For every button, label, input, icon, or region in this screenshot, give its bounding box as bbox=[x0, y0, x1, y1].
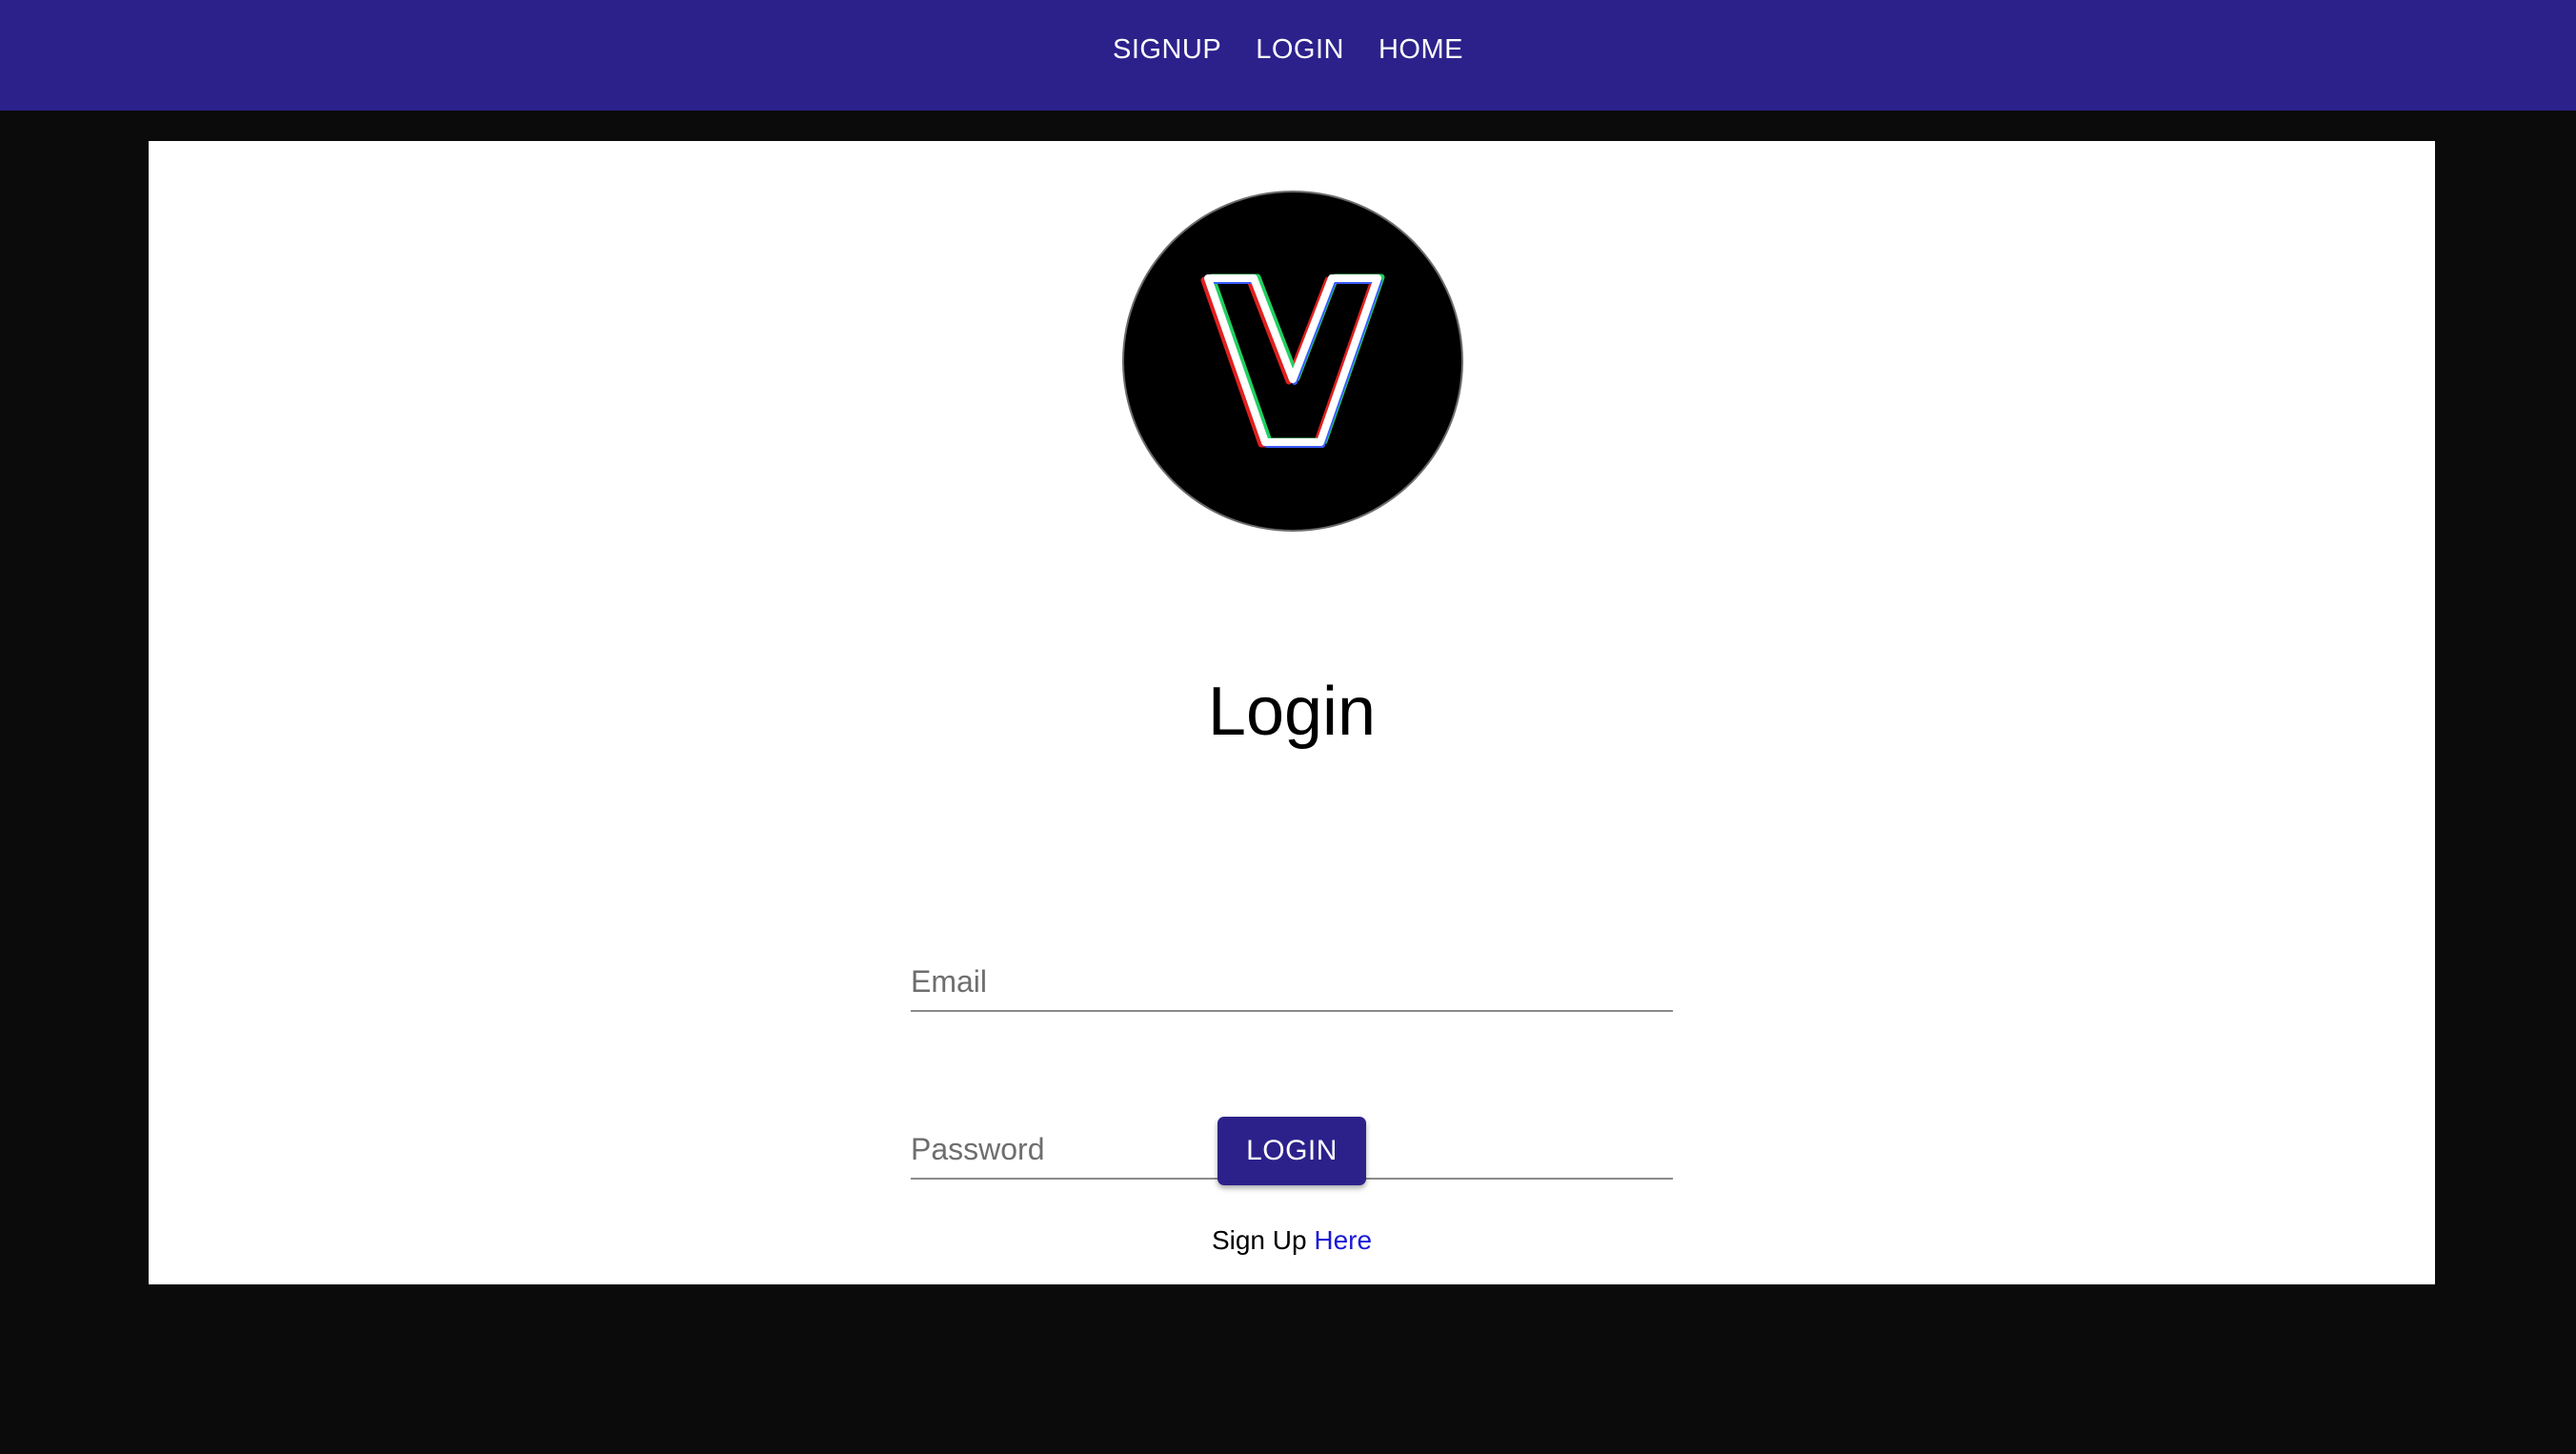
nav-login-link[interactable]: LOGIN bbox=[1238, 34, 1361, 66]
email-input[interactable] bbox=[911, 953, 1673, 1010]
signup-text: Sign Up bbox=[1211, 1225, 1307, 1255]
main-nav: SIGNUP LOGIN HOME bbox=[1096, 34, 1480, 66]
login-card: Login LOGIN Sign Up Here bbox=[149, 141, 2435, 1284]
login-button[interactable]: LOGIN bbox=[1218, 1117, 1366, 1185]
email-field-container bbox=[911, 953, 1673, 1012]
signup-here-link[interactable]: Here bbox=[1314, 1225, 1372, 1255]
nav-signup-link[interactable]: SIGNUP bbox=[1096, 34, 1238, 66]
page-title: Login bbox=[1207, 674, 1377, 751]
signup-prompt: Sign Up Here bbox=[149, 1225, 2435, 1256]
nav-home-link[interactable]: HOME bbox=[1361, 34, 1480, 66]
top-navigation-bar: SIGNUP LOGIN HOME bbox=[0, 0, 2576, 111]
v-logo-icon bbox=[1124, 192, 1461, 530]
v-logo-graphic bbox=[1200, 273, 1385, 448]
